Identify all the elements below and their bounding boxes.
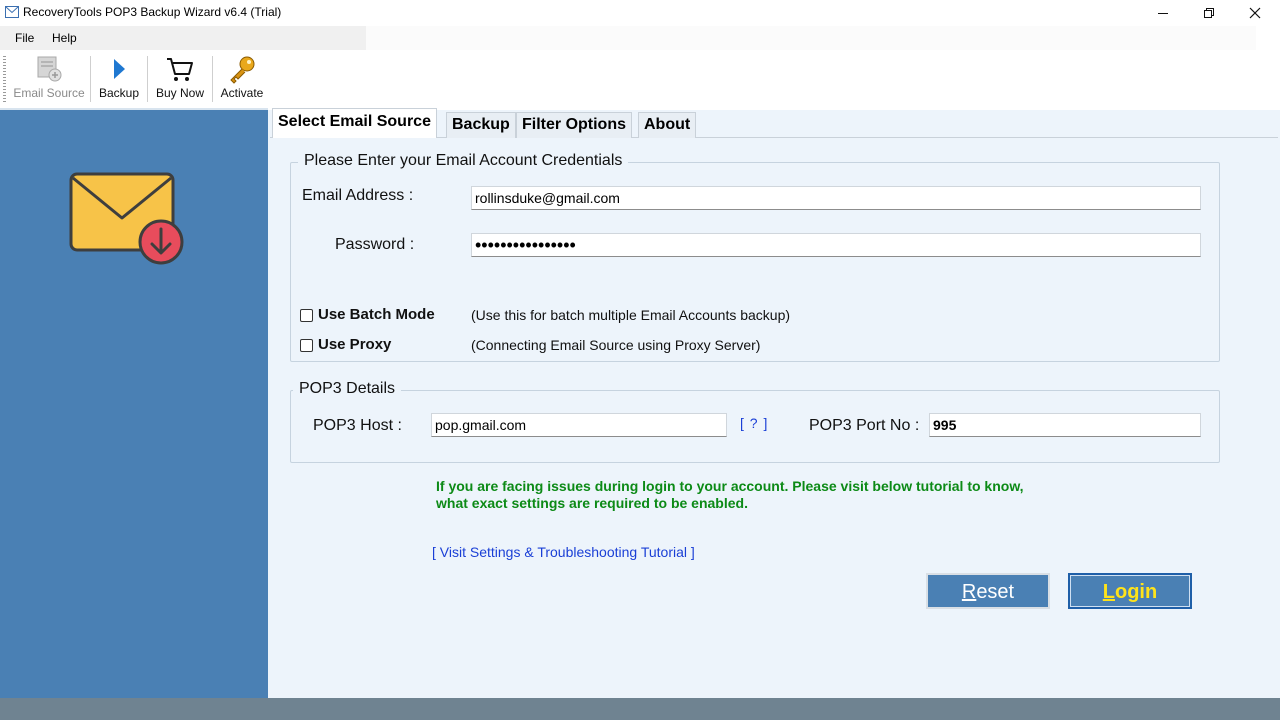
troubleshooting-tutorial-link[interactable]: [ Visit Settings & Troubleshooting Tutor… bbox=[432, 544, 695, 560]
proxy-label[interactable]: Use Proxy bbox=[318, 336, 391, 353]
pop3-group-title: POP3 Details bbox=[293, 380, 402, 398]
minimize-icon bbox=[1158, 13, 1168, 14]
buy-now-label: Buy Now bbox=[155, 86, 205, 100]
toolbar: Email Source Backup Buy Now Activate bbox=[0, 50, 1280, 108]
email-source-button[interactable]: Email Source bbox=[12, 54, 86, 106]
activate-button[interactable]: Activate bbox=[216, 54, 268, 106]
pop3-port-label: POP3 Port No : bbox=[809, 417, 920, 434]
notice-line-1: If you are facing issues during login to… bbox=[436, 478, 1024, 494]
close-button[interactable] bbox=[1232, 0, 1278, 26]
email-download-logo-icon bbox=[69, 172, 184, 265]
shopping-cart-icon bbox=[167, 58, 193, 81]
tab-filter-options[interactable]: Filter Options bbox=[516, 112, 632, 138]
batch-mode-label[interactable]: Use Batch Mode bbox=[318, 306, 435, 323]
email-source-icon bbox=[37, 56, 62, 82]
password-label: Password : bbox=[335, 236, 415, 253]
proxy-hint: (Connecting Email Source using Proxy Ser… bbox=[471, 337, 761, 353]
menu-file[interactable]: File bbox=[15, 31, 34, 45]
buy-now-button[interactable]: Buy Now bbox=[152, 54, 208, 106]
menu-bar: File Help bbox=[0, 26, 366, 50]
backup-toolbar-button[interactable]: Backup bbox=[96, 54, 142, 106]
login-access-key: L bbox=[1102, 581, 1115, 603]
toolbar-grip[interactable] bbox=[3, 56, 6, 102]
status-bar bbox=[0, 698, 1280, 720]
tab-backup[interactable]: Backup bbox=[446, 112, 516, 138]
backup-toolbar-label: Backup bbox=[98, 86, 140, 100]
toolbar-separator bbox=[212, 56, 213, 102]
batch-mode-hint: (Use this for batch multiple Email Accou… bbox=[471, 307, 791, 323]
credentials-group-title: Please Enter your Email Account Credenti… bbox=[298, 152, 629, 170]
login-button-label: ogin bbox=[1115, 581, 1158, 603]
envelope-app-icon bbox=[5, 6, 19, 18]
pop3-host-field[interactable]: pop.gmail.com bbox=[431, 413, 727, 437]
pop3-port-field[interactable]: 995 bbox=[929, 413, 1201, 437]
key-icon bbox=[230, 56, 255, 84]
window-title: RecoveryTools POP3 Backup Wizard v6.4 (T… bbox=[23, 5, 282, 19]
minimize-button[interactable] bbox=[1140, 0, 1186, 26]
email-address-label: Email Address : bbox=[302, 187, 414, 204]
password-field[interactable]: •••••••••••••••• bbox=[471, 233, 1201, 257]
pop3-help-link[interactable]: [ ? ] bbox=[740, 415, 768, 431]
reset-button-label: eset bbox=[976, 581, 1015, 603]
reset-button[interactable]: Reset bbox=[926, 573, 1050, 609]
play-arrow-icon bbox=[114, 59, 125, 79]
pop3-host-label: POP3 Host : bbox=[313, 417, 402, 434]
tab-select-email-source[interactable]: Select Email Source bbox=[272, 108, 437, 138]
close-icon bbox=[1249, 7, 1261, 19]
menu-bar-filler bbox=[366, 26, 1256, 50]
toolbar-separator bbox=[90, 56, 91, 102]
maximize-button[interactable] bbox=[1186, 0, 1232, 26]
title-bar: RecoveryTools POP3 Backup Wizard v6.4 (T… bbox=[0, 0, 1280, 26]
tab-about[interactable]: About bbox=[638, 112, 697, 138]
email-address-field[interactable]: rollinsduke@gmail.com bbox=[471, 186, 1201, 210]
notice-line-2: what exact settings are required to be e… bbox=[436, 495, 748, 511]
restore-icon bbox=[1204, 8, 1214, 18]
login-issue-notice: If you are facing issues during login to… bbox=[436, 478, 1024, 512]
activate-label: Activate bbox=[220, 86, 264, 100]
menu-help[interactable]: Help bbox=[52, 31, 77, 45]
proxy-checkbox[interactable] bbox=[300, 339, 313, 352]
reset-access-key: R bbox=[961, 581, 977, 603]
batch-mode-checkbox[interactable] bbox=[300, 309, 313, 322]
toolbar-separator bbox=[147, 56, 148, 102]
login-button[interactable]: Login bbox=[1068, 573, 1192, 609]
email-source-label: Email Source bbox=[13, 86, 85, 100]
